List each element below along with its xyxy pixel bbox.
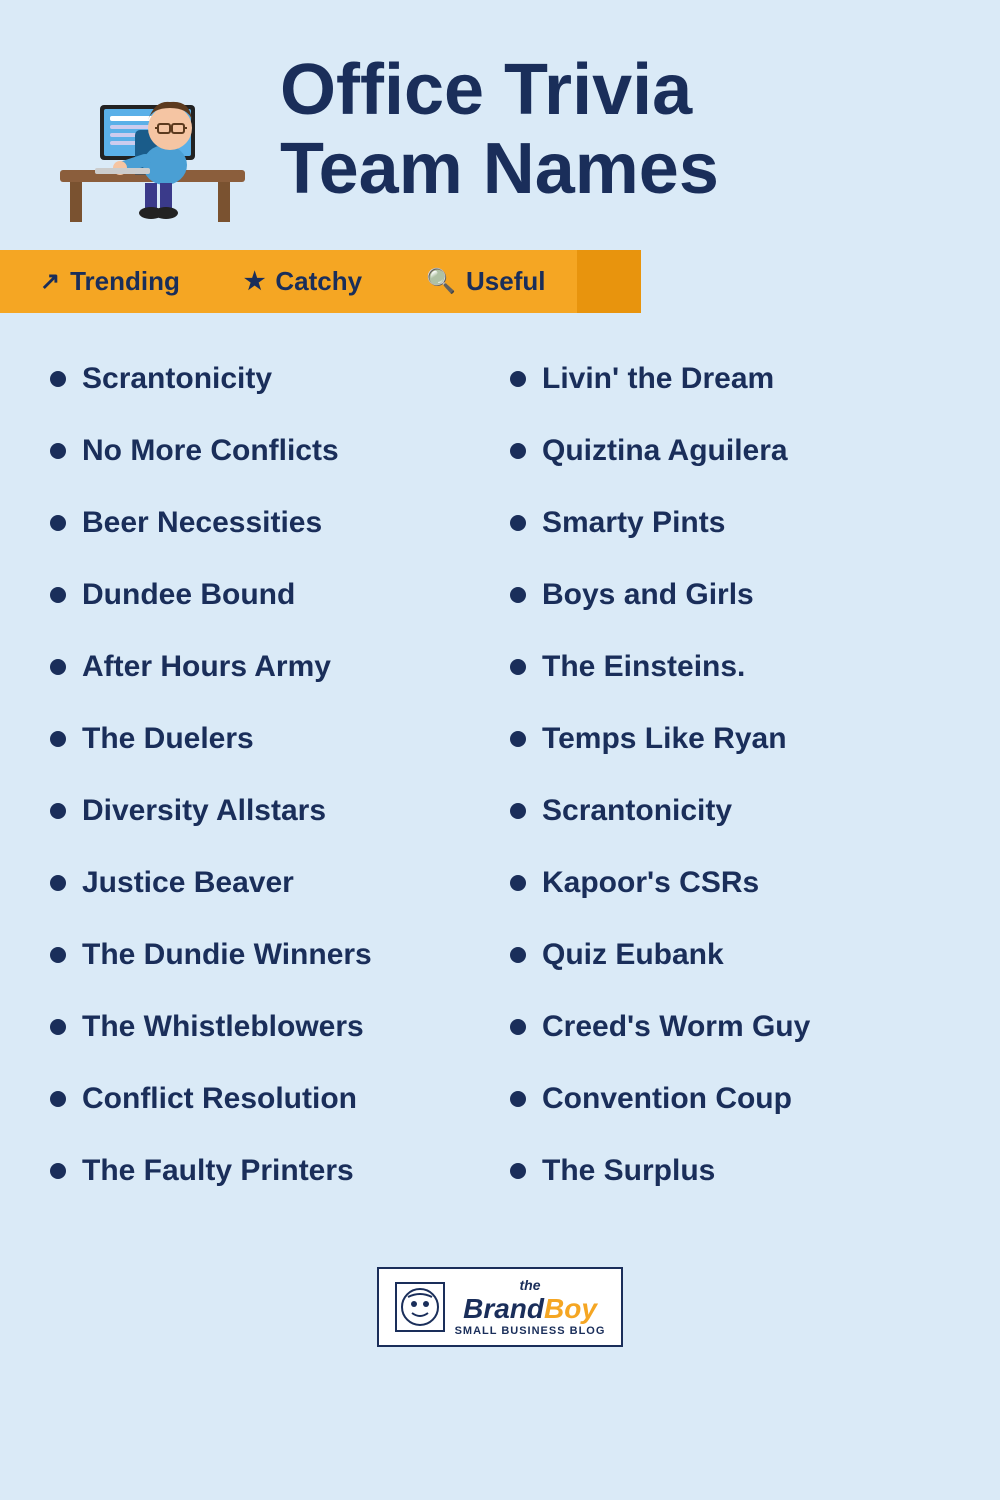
bullet (510, 731, 526, 747)
bullet (50, 875, 66, 891)
catchy-icon: ★ (244, 267, 266, 296)
item-text: No More Conflicts (82, 433, 339, 469)
bullet (50, 587, 66, 603)
brand-text: the BrandBoy SMALL BUSINESS BLOG (455, 1277, 606, 1337)
list-item: Convention Coup (500, 1063, 960, 1135)
tab-trending-label: Trending (70, 266, 180, 297)
list-item: The Duelers (40, 703, 500, 775)
item-text: Kapoor's CSRs (542, 865, 759, 901)
brand-sub: SMALL BUSINESS BLOG (455, 1325, 606, 1337)
item-text: The Duelers (82, 721, 254, 757)
list-item: Quiz Eubank (500, 919, 960, 991)
item-text: Quiz Eubank (542, 937, 724, 973)
bullet (50, 803, 66, 819)
tab-trending[interactable]: ↗ Trending (8, 250, 212, 313)
list-item: The Dundie Winners (40, 919, 500, 991)
trending-icon: ↗ (40, 267, 60, 296)
tab-catchy[interactable]: ★ Catchy (212, 250, 394, 313)
item-text: The Faulty Printers (82, 1153, 354, 1189)
bullet (510, 875, 526, 891)
list-item: Smarty Pints (500, 487, 960, 559)
item-text: The Whistleblowers (82, 1009, 364, 1045)
left-column: Scrantonicity No More Conflicts Beer Nec… (40, 343, 500, 1207)
bullet (510, 947, 526, 963)
bullet (50, 443, 66, 459)
bullet (510, 803, 526, 819)
list-item: The Einsteins. (500, 631, 960, 703)
useful-icon: 🔍 (426, 267, 456, 296)
list-item: Quiztina Aguilera (500, 415, 960, 487)
bullet (510, 587, 526, 603)
brand-name: BrandBoy (463, 1293, 597, 1325)
bullet (50, 371, 66, 387)
list-item: Boys and Girls (500, 559, 960, 631)
right-column: Livin' the Dream Quiztina Aguilera Smart… (500, 343, 960, 1207)
item-text: Creed's Worm Guy (542, 1009, 810, 1045)
content-area: Scrantonicity No More Conflicts Beer Nec… (0, 313, 1000, 1237)
bullet (510, 371, 526, 387)
brand-logo: the BrandBoy SMALL BUSINESS BLOG (377, 1267, 624, 1347)
bullet (510, 443, 526, 459)
list-item: No More Conflicts (40, 415, 500, 487)
list-item: Beer Necessities (40, 487, 500, 559)
item-text: Beer Necessities (82, 505, 322, 541)
footer: the BrandBoy SMALL BUSINESS BLOG (0, 1247, 1000, 1367)
item-text: Temps Like Ryan (542, 721, 787, 757)
tab-extra (577, 250, 641, 313)
tabs-bar: ↗ Trending ★ Catchy 🔍 Useful (0, 250, 1000, 313)
header-text: Office Trivia Team Names (280, 51, 719, 209)
list-item: The Whistleblowers (40, 991, 500, 1063)
list-item: Diversity Allstars (40, 775, 500, 847)
list-item: Livin' the Dream (500, 343, 960, 415)
list-item: Creed's Worm Guy (500, 991, 960, 1063)
item-text: Livin' the Dream (542, 361, 774, 397)
list-item: Dundee Bound (40, 559, 500, 631)
item-text: The Einsteins. (542, 649, 745, 685)
list-item: Justice Beaver (40, 847, 500, 919)
header-title: Office Trivia Team Names (280, 51, 719, 209)
item-text: Scrantonicity (82, 361, 272, 397)
item-text: Scrantonicity (542, 793, 732, 829)
item-text: Quiztina Aguilera (542, 433, 788, 469)
bullet (510, 1163, 526, 1179)
bullet (50, 731, 66, 747)
item-text: After Hours Army (82, 649, 331, 685)
tab-catchy-label: Catchy (275, 266, 362, 297)
list-item: Conflict Resolution (40, 1063, 500, 1135)
brand-the: the (520, 1277, 541, 1293)
item-text: The Surplus (542, 1153, 715, 1189)
header: Office Trivia Team Names (0, 0, 1000, 250)
list-item: After Hours Army (40, 631, 500, 703)
bullet (510, 1019, 526, 1035)
list-item: Scrantonicity (500, 775, 960, 847)
item-text: Dundee Bound (82, 577, 295, 613)
bullet (510, 659, 526, 675)
bullet (50, 1091, 66, 1107)
bullet (50, 659, 66, 675)
item-text: Justice Beaver (82, 865, 294, 901)
bullet (50, 515, 66, 531)
item-text: The Dundie Winners (82, 937, 372, 973)
bullet (510, 1091, 526, 1107)
list-item: Scrantonicity (40, 343, 500, 415)
item-text: Smarty Pints (542, 505, 725, 541)
bullet (510, 515, 526, 531)
item-text: Boys and Girls (542, 577, 754, 613)
list-item: Kapoor's CSRs (500, 847, 960, 919)
tab-useful-label: Useful (466, 266, 545, 297)
item-text: Conflict Resolution (82, 1081, 357, 1117)
list-item: The Faulty Printers (40, 1135, 500, 1207)
bullet (50, 947, 66, 963)
item-text: Diversity Allstars (82, 793, 326, 829)
list-item: The Surplus (500, 1135, 960, 1207)
brand-icon (395, 1282, 445, 1332)
tab-useful[interactable]: 🔍 Useful (394, 250, 577, 313)
bullet (50, 1019, 66, 1035)
bullet (50, 1163, 66, 1179)
item-text: Convention Coup (542, 1081, 792, 1117)
header-illustration (40, 30, 260, 230)
list-item: Temps Like Ryan (500, 703, 960, 775)
